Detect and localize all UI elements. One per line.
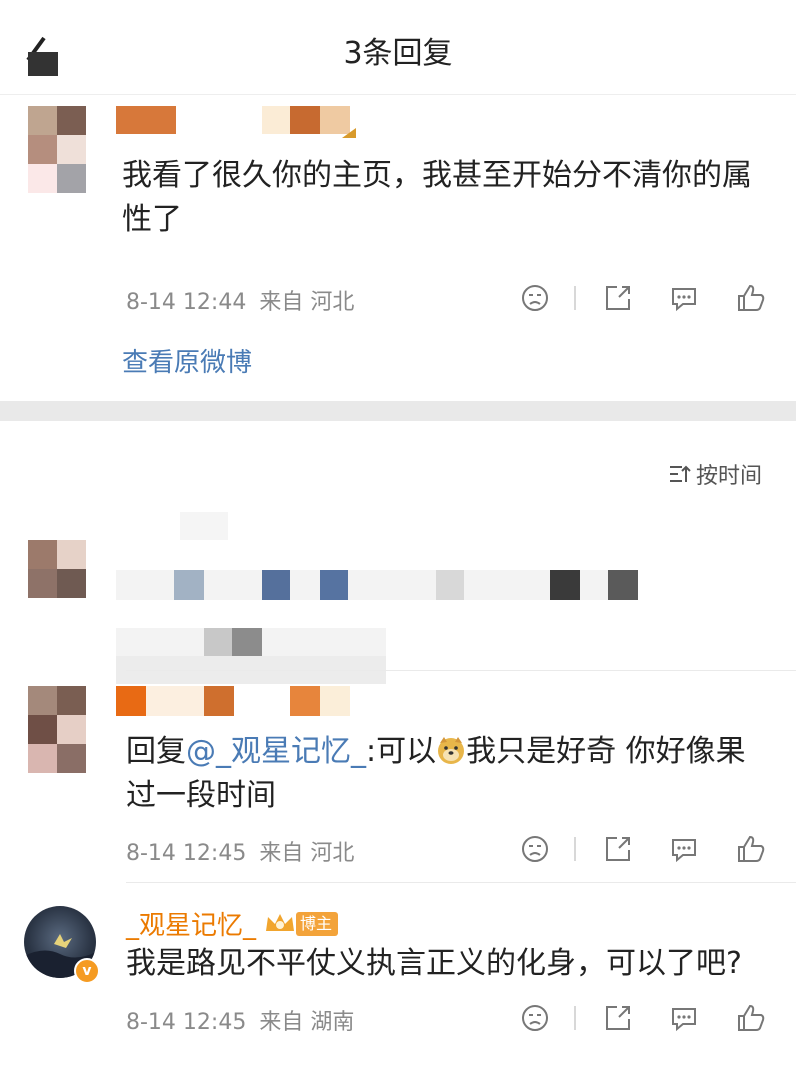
dislike-icon[interactable] (520, 283, 550, 313)
location: 来自 湖南 (259, 1010, 355, 1035)
username-blur (116, 106, 176, 134)
reply-prefix: 回复 (126, 734, 186, 769)
comment-icon[interactable] (669, 283, 699, 313)
vip-icon (342, 128, 356, 138)
divider (574, 837, 576, 861)
share-icon[interactable] (603, 1003, 633, 1033)
comment-line: 我看了很久你的主页，我甚至开始分不清你的属 (122, 158, 752, 193)
vip-crown-icon (266, 913, 295, 931)
like-icon[interactable] (736, 834, 766, 864)
comment-line: 回复@_观星记忆_:可以 我只是好奇 你好像果 (126, 734, 746, 769)
comment-icon[interactable] (669, 834, 699, 864)
dislike-icon[interactable] (520, 834, 550, 864)
sort-toggle[interactable]: 按时间 (668, 458, 762, 490)
sort-icon (670, 465, 691, 482)
location: 来自 河北 (259, 841, 355, 866)
like-icon[interactable] (736, 283, 766, 313)
divider (574, 1006, 576, 1030)
comment-meta: 8-14 12:44 来自 河北 (126, 284, 354, 316)
author-row: _观星记忆_ 博主 (126, 905, 339, 942)
author-reply-text: 我是路见不平仗义执言正义的化身，可以了吧? (126, 946, 742, 981)
mention-link[interactable]: @_观星记忆_ (186, 734, 366, 769)
timestamp: 8-14 12:45 (126, 841, 247, 866)
share-icon[interactable] (603, 283, 633, 313)
comment-line: 过一段时间 (126, 778, 276, 813)
sort-label: 按时间 (696, 464, 763, 489)
author-name[interactable]: _观星记忆_ (126, 905, 256, 942)
comment-meta: 8-14 12:45 来自 河北 (126, 835, 354, 867)
dislike-icon[interactable] (520, 1003, 550, 1033)
share-icon[interactable] (603, 834, 633, 864)
original-comment-text: 我看了很久你的主页，我甚至开始分不清你的属 性了 (122, 154, 782, 242)
view-original-link[interactable]: 查看原微博 (122, 342, 252, 379)
doge-emoji (438, 737, 465, 764)
divider (574, 286, 576, 310)
location: 来自 河北 (259, 290, 355, 315)
comment-meta: 8-14 12:45 来自 湖南 (126, 1004, 354, 1036)
author-badge: 博主 (296, 911, 339, 936)
avatar[interactable] (28, 540, 86, 598)
like-icon[interactable] (736, 1003, 766, 1033)
section-gap (0, 401, 796, 421)
timestamp: 8-14 12:45 (126, 1010, 247, 1035)
page-title: 3条回复 (343, 36, 453, 71)
comment-icon[interactable] (669, 1003, 699, 1033)
top-bar: 3条回复 (0, 0, 796, 95)
avatar[interactable] (28, 686, 86, 773)
timestamp: 8-14 12:44 (126, 290, 247, 315)
reply-comment-text: 回复@_观星记忆_:可以 我只是好奇 你好像果 过一段时间 (126, 730, 786, 818)
comment-line: 性了 (122, 202, 182, 237)
avatar[interactable] (28, 106, 86, 193)
verified-icon: v (74, 958, 100, 984)
